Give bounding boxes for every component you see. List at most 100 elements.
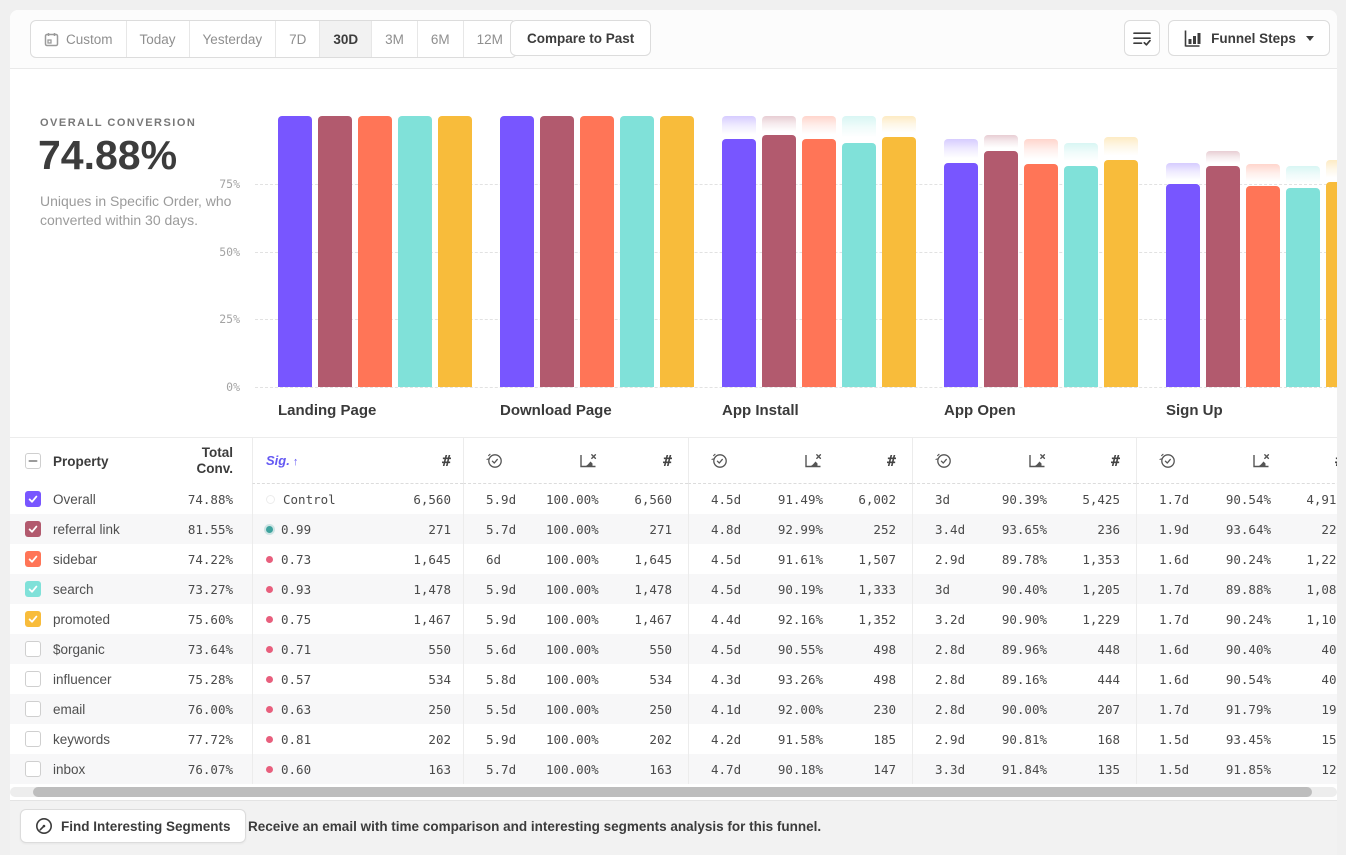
conversion-rate-value: 90.55% bbox=[771, 642, 823, 657]
date-range-7d[interactable]: 7D bbox=[276, 21, 320, 57]
filter-list-button[interactable] bbox=[1124, 20, 1160, 56]
time-to-convert-value: 4.3d bbox=[711, 672, 771, 687]
bar-overall[interactable] bbox=[944, 163, 978, 387]
bar-referral-link[interactable] bbox=[984, 151, 1018, 387]
step-3-cells: 4.4d92.16%1,352 bbox=[688, 604, 912, 634]
row-checkbox-influencer[interactable] bbox=[25, 671, 41, 687]
bar-referral-link[interactable] bbox=[1206, 166, 1240, 387]
step-3-cells: 4.5d91.49%6,002 bbox=[688, 484, 912, 514]
step-count: 236 bbox=[1047, 522, 1120, 537]
row-checkbox-sidebar[interactable] bbox=[25, 551, 41, 567]
column-header-count[interactable]: # bbox=[1271, 452, 1337, 470]
column-header-time-to-convert[interactable] bbox=[935, 452, 995, 469]
bar-sidebar[interactable] bbox=[580, 116, 614, 387]
step-count: 124 bbox=[1271, 762, 1337, 777]
bar-referral-link[interactable] bbox=[318, 116, 352, 387]
funnel-steps-dropdown[interactable]: Funnel Steps bbox=[1168, 20, 1330, 56]
step-4-cells: 2.8d89.96%448 bbox=[912, 634, 1136, 664]
bar-referral-link[interactable] bbox=[762, 135, 796, 387]
time-to-convert-value: 6d bbox=[486, 552, 546, 567]
bar-promoted[interactable] bbox=[438, 116, 472, 387]
property-cell: email76.00% bbox=[10, 694, 252, 724]
select-all-checkbox[interactable] bbox=[25, 453, 41, 469]
date-range-today[interactable]: Today bbox=[127, 21, 190, 57]
conversion-rate-value: 90.19% bbox=[771, 582, 823, 597]
date-range-3m[interactable]: 3M bbox=[372, 21, 418, 57]
footer-message: Receive an email with time comparison an… bbox=[248, 801, 821, 851]
bar-search[interactable] bbox=[620, 116, 654, 387]
bar-overall[interactable] bbox=[1166, 184, 1200, 387]
total-conversion-value: 74.22% bbox=[153, 552, 252, 567]
column-header-count[interactable]: # bbox=[598, 452, 672, 470]
column-header-significance[interactable]: Sig.↑ bbox=[266, 453, 298, 468]
bar-promoted[interactable] bbox=[1104, 160, 1138, 387]
bar-overall[interactable] bbox=[500, 116, 534, 387]
column-header-conversion-rate[interactable] bbox=[546, 453, 598, 469]
row-checkbox-keywords[interactable] bbox=[25, 731, 41, 747]
step-4-cells: 3d90.40%1,205 bbox=[912, 574, 1136, 604]
bar-promoted[interactable] bbox=[882, 137, 916, 387]
bar-promoted[interactable] bbox=[1326, 182, 1337, 387]
date-range-yesterday[interactable]: Yesterday bbox=[190, 21, 277, 57]
compare-to-past-button[interactable]: Compare to Past bbox=[510, 20, 651, 56]
property-name: $organic bbox=[53, 642, 105, 657]
y-axis-tick-label: 25% bbox=[200, 312, 240, 326]
column-header-conversion-rate[interactable] bbox=[995, 453, 1047, 469]
bar-sidebar[interactable] bbox=[1246, 186, 1280, 387]
column-header-conversion-rate[interactable] bbox=[1219, 453, 1271, 469]
bar-referral-link[interactable] bbox=[540, 116, 574, 387]
column-header-conversion-rate[interactable] bbox=[771, 453, 823, 469]
bar-sidebar[interactable] bbox=[358, 116, 392, 387]
date-range-6m[interactable]: 6M bbox=[418, 21, 464, 57]
date-range-12m[interactable]: 12M bbox=[464, 21, 516, 57]
column-header-count[interactable]: # bbox=[442, 452, 451, 470]
conversion-rate-value: 90.90% bbox=[995, 612, 1047, 627]
bar-search[interactable] bbox=[1064, 166, 1098, 387]
bar-search[interactable] bbox=[1286, 188, 1320, 387]
step-count: 1,645 bbox=[413, 552, 451, 567]
property-cell: sidebar74.22% bbox=[10, 544, 252, 574]
step-count: 1,221 bbox=[1271, 552, 1337, 567]
date-range-30d[interactable]: 30D bbox=[320, 21, 372, 57]
row-checkbox-referral-link[interactable] bbox=[25, 521, 41, 537]
column-header-count[interactable]: # bbox=[1047, 452, 1120, 470]
table-header-step-4: # bbox=[912, 438, 1136, 484]
find-interesting-segments-button[interactable]: Find Interesting Segments bbox=[20, 809, 246, 843]
row-checkbox-inbox[interactable] bbox=[25, 761, 41, 777]
column-header-count[interactable]: # bbox=[823, 452, 896, 470]
bar-sidebar[interactable] bbox=[1024, 164, 1058, 387]
row-checkbox-promoted[interactable] bbox=[25, 611, 41, 627]
bar-overall[interactable] bbox=[278, 116, 312, 387]
date-range-custom[interactable]: Custom bbox=[31, 21, 127, 57]
step-2-cells: 5.5d100.00%250 bbox=[463, 694, 688, 724]
step-count: 1,507 bbox=[823, 552, 896, 567]
caret-down-icon bbox=[1306, 36, 1314, 41]
column-header-time-to-convert[interactable] bbox=[711, 452, 771, 469]
conversion-rate-value: 90.24% bbox=[1219, 552, 1271, 567]
step-5-cells: 1.6d90.24%1,221 bbox=[1136, 544, 1337, 574]
bar-search[interactable] bbox=[398, 116, 432, 387]
row-checkbox-overall[interactable] bbox=[25, 491, 41, 507]
time-to-convert-value: 4.5d bbox=[711, 552, 771, 567]
bar-promoted[interactable] bbox=[660, 116, 694, 387]
column-header-time-to-convert[interactable] bbox=[486, 452, 546, 469]
filter-check-icon bbox=[1133, 31, 1151, 46]
table-row: search73.27%0.931,4785.9d100.00%1,4784.5… bbox=[10, 574, 1337, 604]
column-header-time-to-convert[interactable] bbox=[1159, 452, 1219, 469]
total-conversion-value: 76.07% bbox=[153, 762, 252, 777]
property-cell: promoted75.60% bbox=[10, 604, 252, 634]
step-count: 6,002 bbox=[823, 492, 896, 507]
row-checkbox-email[interactable] bbox=[25, 701, 41, 717]
date-range-label: Custom bbox=[66, 32, 113, 47]
bar-search[interactable] bbox=[842, 143, 876, 387]
horizontal-scrollbar-thumb[interactable] bbox=[33, 787, 1312, 797]
conversion-rate-value: 90.00% bbox=[995, 702, 1047, 717]
funnel-step-label: Download Page bbox=[500, 402, 612, 419]
significance-dot bbox=[266, 706, 273, 713]
bar-overall[interactable] bbox=[722, 139, 756, 387]
time-to-convert-value: 2.8d bbox=[935, 702, 995, 717]
row-checkbox-search[interactable] bbox=[25, 581, 41, 597]
row-checkbox--organic[interactable] bbox=[25, 641, 41, 657]
bar-sidebar[interactable] bbox=[802, 139, 836, 387]
property-name: keywords bbox=[53, 732, 110, 747]
